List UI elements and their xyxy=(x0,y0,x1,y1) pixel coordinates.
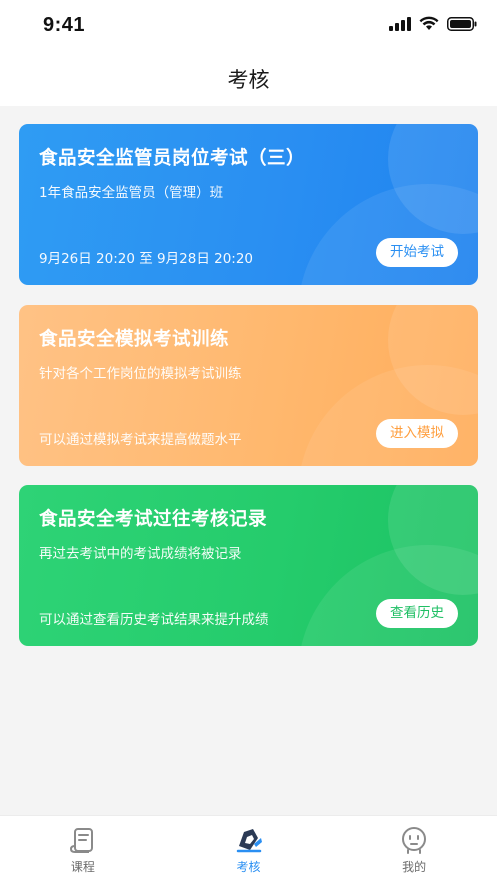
start-exam-button[interactable]: 开始考试 xyxy=(376,238,458,267)
tab-profile[interactable]: 我的 xyxy=(331,816,497,883)
card-footer: 可以通过查看历史考试结果来提升成绩 xyxy=(39,612,269,628)
tab-exam[interactable]: 考核 xyxy=(166,816,332,883)
exam-icon xyxy=(236,829,262,853)
status-time: 9:41 xyxy=(43,14,86,36)
history-card[interactable]: 食品安全考试过往考核记录 再过去考试中的考试成绩将被记录 可以通过查看历史考试结… xyxy=(19,485,478,646)
card-title: 食品安全模拟考试训练 xyxy=(39,329,230,350)
page-title: 考核 xyxy=(227,68,270,92)
view-history-button[interactable]: 查看历史 xyxy=(376,599,458,628)
top-bar: 9:41 考核 xyxy=(0,0,497,106)
tab-label: 考核 xyxy=(236,860,261,874)
card-footer: 可以通过模拟考试来提高做题水平 xyxy=(39,432,242,448)
card-title: 食品安全考试过往考核记录 xyxy=(39,509,268,530)
tab-label: 课程 xyxy=(70,860,95,874)
exam-schedule: 9月26日 20:20 至 9月28日 20:20 xyxy=(39,251,254,267)
card-decoration xyxy=(298,365,478,466)
profile-icon xyxy=(402,827,427,854)
signal-icon xyxy=(389,16,411,31)
status-icons xyxy=(389,16,477,31)
tab-label: 我的 xyxy=(402,860,427,874)
enter-mock-button[interactable]: 进入模拟 xyxy=(376,419,458,448)
tab-bar: 课程 考核 我的 xyxy=(0,815,497,883)
card-subtitle: 1年食品安全监管员（管理）班 xyxy=(39,185,224,201)
app-screen: 9:41 考核 食品安全监管员岗位考试（三） 1年食品安全监管员（管理）班 9月… xyxy=(0,0,497,883)
card-decoration xyxy=(298,184,478,285)
exam-card[interactable]: 食品安全监管员岗位考试（三） 1年食品安全监管员（管理）班 9月26日 20:2… xyxy=(19,124,478,285)
card-subtitle: 再过去考试中的考试成绩将被记录 xyxy=(39,546,242,562)
card-title: 食品安全监管员岗位考试（三） xyxy=(39,148,306,169)
battery-icon xyxy=(447,16,477,31)
mock-exam-card[interactable]: 食品安全模拟考试训练 针对各个工作岗位的模拟考试训练 可以通过模拟考试来提高做题… xyxy=(19,305,478,466)
wifi-icon xyxy=(419,16,439,30)
card-decoration xyxy=(298,545,478,646)
course-icon xyxy=(69,828,93,853)
card-subtitle: 针对各个工作岗位的模拟考试训练 xyxy=(39,366,242,382)
tab-course[interactable]: 课程 xyxy=(0,816,166,883)
